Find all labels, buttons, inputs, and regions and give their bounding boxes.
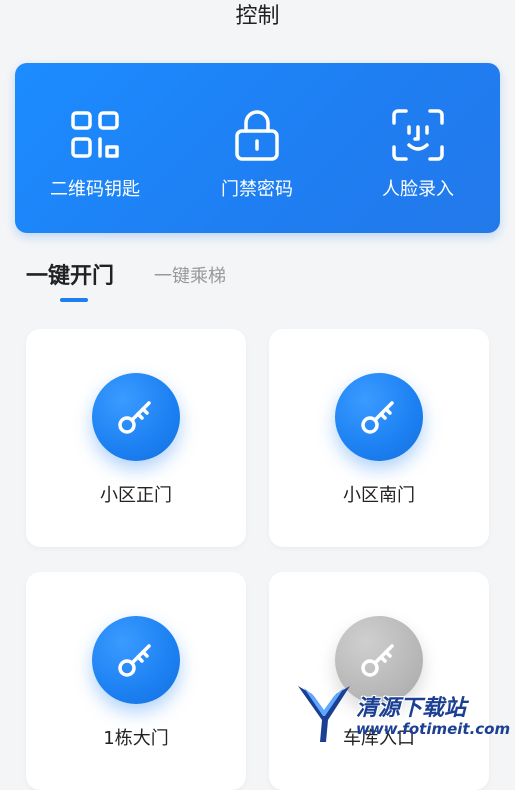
access-password-label: 门禁密码	[221, 179, 293, 200]
tab-one-key-open-door[interactable]: 一键开门	[26, 258, 114, 290]
key-icon	[361, 644, 394, 677]
door-label: 小区正门	[100, 485, 172, 506]
door-label: 小区南门	[343, 485, 415, 506]
watermark-url: www.fotimeit.com	[356, 720, 511, 738]
lock-icon	[235, 110, 279, 161]
access-password-button[interactable]: 门禁密码	[177, 63, 337, 233]
open-door-button[interactable]	[92, 616, 180, 704]
active-tab-indicator	[60, 298, 88, 302]
tab-one-key-elevator[interactable]: 一键乘梯	[154, 262, 226, 288]
watermark-logo-icon	[298, 686, 350, 742]
face-enroll-button[interactable]: 人脸录入	[338, 63, 498, 233]
key-icon	[361, 401, 394, 434]
door-label: 1栋大门	[103, 728, 169, 749]
face-enroll-label: 人脸录入	[382, 179, 454, 200]
qr-code-icon	[71, 111, 119, 158]
qr-code-key-label: 二维码钥匙	[50, 179, 140, 200]
door-card[interactable]: 小区南门	[269, 329, 489, 547]
door-card[interactable]: 1栋大门	[26, 572, 246, 790]
door-card[interactable]: 小区正门	[26, 329, 246, 547]
watermark-name: 清源下载站	[356, 696, 467, 721]
page-title: 控制	[235, 4, 280, 29]
key-icon	[118, 401, 151, 434]
qr-code-key-button[interactable]: 二维码钥匙	[15, 63, 175, 233]
open-door-button[interactable]	[335, 373, 423, 461]
watermark: 清源下载站 www.fotimeit.com	[296, 680, 515, 750]
open-door-button[interactable]	[92, 373, 180, 461]
key-icon	[118, 644, 151, 677]
face-scan-icon	[392, 109, 444, 161]
quick-actions-banner: 二维码钥匙 门禁密码 人脸录入	[15, 63, 500, 233]
